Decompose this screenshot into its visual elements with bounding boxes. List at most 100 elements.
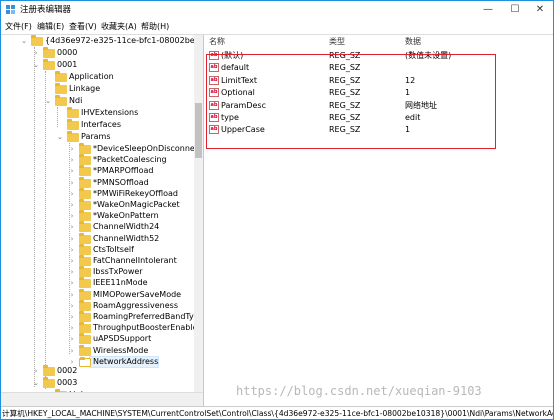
tree-item[interactable]: Application: [47, 71, 193, 83]
close-button[interactable]: ✕: [525, 1, 553, 19]
collapse-chevron-icon[interactable]: ⌄: [21, 35, 27, 47]
tree-item-label: 0003: [57, 378, 78, 387]
folder-icon: [79, 299, 91, 311]
tree-item-label: *WakeOnPattern: [93, 211, 159, 221]
tree-item[interactable]: › 0002: [35, 365, 193, 377]
tree-item[interactable]: › RoamingPreferredBandType: [69, 311, 203, 323]
collapse-chevron-icon[interactable]: ⌄: [33, 377, 39, 389]
tree-item[interactable]: IHVExtensions: [59, 107, 193, 119]
tree-item[interactable]: › *PMARPOffload: [71, 165, 193, 177]
expand-chevron-icon[interactable]: ›: [33, 365, 39, 377]
folder-icon: [55, 71, 67, 82]
folder-icon: [43, 365, 55, 376]
tree-item-label: Params: [81, 132, 111, 141]
highlight-annotation-box: [206, 54, 496, 149]
title-bar: 注册表编辑器 — ☐ ✕: [1, 1, 553, 19]
expand-chevron-icon[interactable]: ›: [69, 165, 75, 177]
menu-file[interactable]: 文件(F): [5, 21, 32, 32]
expand-chevron-icon[interactable]: ›: [69, 300, 75, 312]
tree-item-label: Interfaces: [81, 120, 121, 129]
tree-item[interactable]: ⌄ 0001: [33, 59, 193, 71]
expand-chevron-icon[interactable]: ›: [69, 199, 75, 211]
menu-edit[interactable]: 编辑(E): [37, 21, 64, 32]
expand-chevron-icon[interactable]: ›: [69, 255, 75, 267]
folder-icon: [79, 255, 91, 266]
folder-icon: [79, 176, 91, 188]
tree-item[interactable]: › *PacketCoalescing: [71, 154, 193, 166]
expand-chevron-icon[interactable]: ›: [69, 143, 75, 155]
collapse-chevron-icon[interactable]: ⌄: [33, 59, 39, 71]
tree-item[interactable]: ⌄ Ndi: [45, 95, 193, 107]
registry-app-icon: [6, 5, 15, 14]
column-header-data[interactable]: 数据: [405, 35, 421, 48]
tree-item[interactable]: ⌄ {4d36e972-e325-11ce-bfc1-08002be103: [21, 35, 203, 47]
column-header-type[interactable]: 类型: [329, 35, 345, 48]
menu-view[interactable]: 查看(V): [69, 21, 97, 32]
expand-chevron-icon[interactable]: ›: [69, 177, 75, 189]
tree-item[interactable]: › ChannelWidth52: [69, 232, 193, 245]
expand-chevron-icon[interactable]: ›: [69, 266, 75, 278]
minimize-button[interactable]: —: [473, 1, 503, 19]
tree-item[interactable]: › *DeviceSleepOnDisconnect: [69, 143, 202, 155]
tree-item[interactable]: › MIMOPowerSaveMode: [69, 288, 193, 301]
tree-horizontal-scrollbar[interactable]: [1, 392, 203, 407]
expand-chevron-icon[interactable]: ›: [69, 221, 75, 233]
tree-item[interactable]: › RoamAggressiveness: [69, 299, 193, 312]
expand-chevron-icon[interactable]: ›: [69, 188, 75, 200]
key-tree-pane[interactable]: ⌄ {4d36e972-e325-11ce-bfc1-08002be103 › 000…: [1, 35, 204, 407]
menu-favorites[interactable]: 收藏夹(A): [101, 21, 137, 32]
collapse-chevron-icon[interactable]: ⌄: [57, 131, 63, 143]
folder-icon: [79, 243, 91, 255]
tree-item[interactable]: › uAPSDSupport: [71, 333, 193, 345]
tree-scrollbar-thumb[interactable]: [195, 103, 202, 158]
tree-item[interactable]: › IEEE11nMode: [71, 277, 193, 289]
folder-icon: [79, 322, 91, 334]
expand-chevron-icon[interactable]: ›: [69, 333, 75, 345]
folder-icon: [79, 277, 91, 289]
expand-chevron-icon[interactable]: ›: [69, 345, 75, 357]
expand-chevron-icon[interactable]: ›: [33, 47, 39, 59]
tree-item[interactable]: ⌄ 0003: [33, 377, 193, 389]
tree-item[interactable]: › *WakeOnPattern: [71, 210, 193, 222]
column-header-name[interactable]: 名称: [209, 35, 225, 48]
expand-chevron-icon[interactable]: ›: [69, 311, 75, 323]
tree-item[interactable]: › *WakeOnMagicPacket: [71, 199, 193, 211]
folder-icon: [43, 59, 55, 70]
folder-icon: [79, 232, 91, 244]
tree-item-label: 0002: [57, 366, 78, 375]
tree-item-label: MIMOPowerSaveMode: [93, 289, 182, 299]
expand-chevron-icon[interactable]: ›: [69, 277, 75, 289]
expand-chevron-icon[interactable]: ›: [69, 154, 75, 166]
tree-item-label: Ndi: [69, 96, 83, 105]
tree-item[interactable]: › FatChannelIntolerant: [71, 255, 193, 267]
expand-chevron-icon[interactable]: ›: [69, 233, 75, 245]
tree-guide-line: [34, 47, 35, 387]
tree-item[interactable]: › ThroughputBoosterEnabled: [69, 322, 203, 334]
expand-chevron-icon[interactable]: ›: [69, 289, 75, 301]
watermark-text: https://blog.csdn.net/xueqian-9103: [236, 384, 482, 398]
tree-item-label: FatChannelIntolerant: [93, 256, 177, 265]
tree-item[interactable]: › IbssTxPower: [71, 266, 193, 278]
folder-icon: [79, 311, 91, 322]
tree-item[interactable]: › ChannelWidth24: [71, 221, 193, 233]
tree-item[interactable]: › *PMWiFiRekeyOffload: [69, 187, 193, 200]
folder-icon: [43, 377, 55, 388]
tree-item-label: RoamingPreferredBandType: [93, 312, 204, 321]
tree-item[interactable]: ⌄ Params: [57, 131, 193, 143]
expand-chevron-icon[interactable]: ›: [69, 322, 75, 334]
tree-item[interactable]: Interfaces: [59, 119, 193, 131]
folder-icon: [79, 333, 91, 345]
collapse-chevron-icon[interactable]: ⌄: [45, 95, 51, 107]
expand-chevron-icon[interactable]: ›: [69, 210, 75, 222]
menu-help[interactable]: 帮助(H): [141, 21, 169, 32]
tree-item-label: *WakeOnMagicPacket: [93, 200, 180, 209]
status-bar-path: 计算机\HKEY_LOCAL_MACHINE\SYSTEM\CurrentCon…: [1, 406, 553, 419]
tree-item[interactable]: › WirelessMode: [69, 344, 193, 357]
tree-item[interactable]: › 0000: [35, 47, 193, 59]
tree-vertical-scrollbar[interactable]: [194, 35, 203, 392]
tree-item-label: ChannelWidth52: [93, 233, 160, 243]
expand-chevron-icon[interactable]: ›: [69, 244, 75, 256]
tree-item[interactable]: Linkage: [47, 83, 193, 95]
tree-item[interactable]: › CtsToItself: [69, 243, 193, 256]
tree-item[interactable]: › *PMNSOffload: [69, 176, 193, 189]
